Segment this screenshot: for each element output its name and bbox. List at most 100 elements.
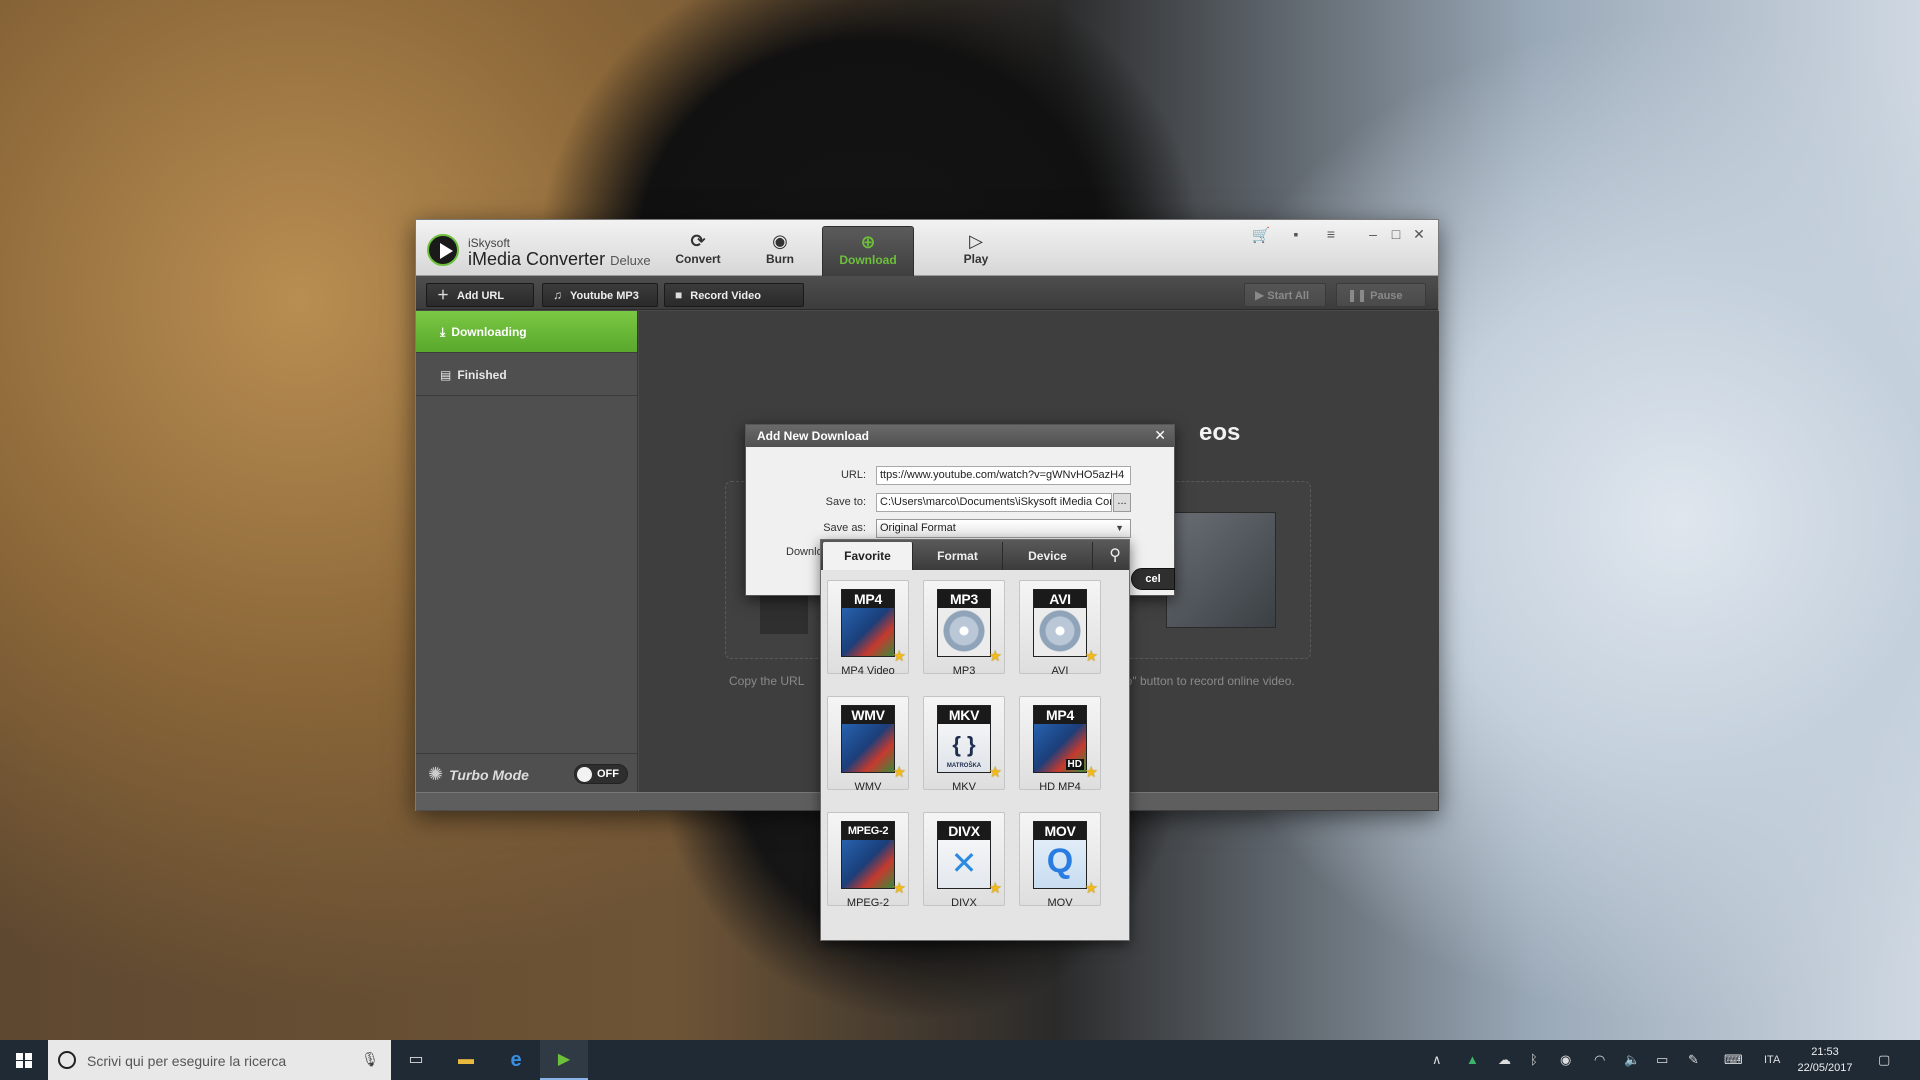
tab-favorite[interactable]: Favorite <box>823 542 913 570</box>
task-view-icon[interactable]: ▭ <box>392 1040 440 1080</box>
favorite-star-icon: ★ <box>1084 764 1098 781</box>
toggle-knob <box>577 767 592 782</box>
tab-device[interactable]: Device <box>1003 542 1093 570</box>
format-label: AVI <box>1051 665 1069 677</box>
keyboard-icon[interactable]: ⌨ <box>1724 1040 1743 1080</box>
dialog-close-icon[interactable]: ✕ <box>1154 427 1166 444</box>
format-hd-mp4[interactable]: MP4 HD ★ HD MP4 <box>1019 696 1101 793</box>
format-label: MPEG-2 <box>846 897 890 909</box>
pen-icon[interactable]: ✎ <box>1688 1040 1699 1080</box>
favorite-star-icon: ★ <box>892 648 906 665</box>
imedia-taskbar-icon[interactable]: ▶ <box>540 1040 588 1080</box>
format-divx[interactable]: DIVX ✕ ★ DIVX <box>923 812 1005 909</box>
taskbar: Scrivi qui per eseguire la ricerca 🎙 ▭ ▬… <box>0 1040 1920 1080</box>
google-drive-icon[interactable]: ▲ <box>1466 1040 1479 1080</box>
pause-all-button[interactable]: ❚❚Pause All <box>1336 283 1426 324</box>
start-all-label: Start All <box>1267 290 1309 302</box>
format-tag: MP4 <box>1034 706 1086 724</box>
divx-icon: DIVX ✕ <box>937 821 991 889</box>
turbo-mode: ✺ Turbo Mode OFF <box>416 753 637 793</box>
start-all-button[interactable]: ▶ Start All <box>1244 283 1326 307</box>
url-input[interactable]: ttps://www.youtube.com/watch?v=gWNvHO5az… <box>876 466 1131 485</box>
save-to-label: Save to: <box>825 496 866 508</box>
format-popup: Favorite Format Device ⚲ MP4 ★ MP4 Video… <box>820 539 1130 941</box>
tab-format[interactable]: Format <box>913 542 1003 570</box>
tab-play[interactable]: ▷ Play <box>930 226 1022 276</box>
sidebar-item-finished[interactable]: ▤ Finished <box>416 354 637 396</box>
wifi-icon[interactable]: ◠ <box>1594 1040 1605 1080</box>
browse-button[interactable]: ... <box>1113 493 1131 512</box>
volume-icon[interactable]: 🔈 <box>1624 1040 1640 1080</box>
camera-icon: ■ <box>675 288 683 302</box>
cancel-button[interactable]: cel <box>1131 568 1175 590</box>
cart-icon[interactable]: 🛒 <box>1250 226 1272 244</box>
convert-icon: ⟳ <box>690 231 706 251</box>
format-mp3[interactable]: MP3 ★ MP3 <box>923 580 1005 677</box>
tab-convert-label: Convert <box>675 252 721 266</box>
turbo-icon: ✺ <box>428 764 444 784</box>
format-label: MKV <box>952 781 976 793</box>
format-tag: WMV <box>842 706 894 724</box>
quicktime-icon: MOV Q <box>1033 821 1087 889</box>
record-tray-icon[interactable]: ◉ <box>1560 1040 1571 1080</box>
format-mov[interactable]: MOV Q ★ MOV <box>1019 812 1101 909</box>
download-icon: ⊕ <box>860 232 876 252</box>
brand-name: iMedia Converter <box>468 249 606 269</box>
chevron-down-icon: ▼ <box>1115 523 1124 533</box>
add-url-button[interactable]: ＋ Add URL <box>426 283 534 307</box>
tab-play-label: Play <box>963 252 989 266</box>
hd-badge: HD <box>1065 759 1084 770</box>
burn-icon: ◉ <box>772 231 788 251</box>
format-label: MP3 <box>952 665 976 677</box>
microphone-icon[interactable]: 🎙 <box>361 1051 379 1068</box>
edge-browser-icon[interactable]: e <box>492 1040 540 1080</box>
file-explorer-icon[interactable]: ▬ <box>442 1040 490 1080</box>
tab-download[interactable]: ⊕ Download <box>822 226 914 276</box>
hero-title: eos <box>1199 419 1241 446</box>
youtube-mp3-button[interactable]: ♫ Youtube MP3 <box>542 283 658 307</box>
cortana-icon <box>58 1051 76 1069</box>
tab-burn[interactable]: ◉ Burn <box>734 226 826 276</box>
quicktime-q-mark: Q <box>1046 842 1074 880</box>
turbo-toggle[interactable]: OFF <box>574 764 628 784</box>
bluetooth-icon[interactable]: ᛒ <box>1530 1040 1538 1080</box>
clock-date: 22/05/2017 <box>1797 1062 1853 1074</box>
format-mpeg-2[interactable]: MPEG-2 ★ MPEG-2 <box>827 812 909 909</box>
mp3-disc-icon: MP3 <box>937 589 991 657</box>
record-video-label: Record Video <box>690 290 761 302</box>
music-note-icon: ♫ <box>553 288 562 302</box>
start-button[interactable] <box>0 1040 48 1080</box>
format-mp4-video[interactable]: MP4 ★ MP4 Video <box>827 580 909 677</box>
taskbar-search[interactable]: Scrivi qui per eseguire la ricerca 🎙 <box>48 1040 391 1080</box>
record-video-button[interactable]: ■ Record Video <box>664 283 804 307</box>
tab-download-label: Download <box>839 253 897 267</box>
format-avi[interactable]: AVI ★ AVI <box>1019 580 1101 677</box>
hint-left: Copy the URL <box>729 674 805 688</box>
sidebar-item-downloading[interactable]: ⤓ Downloading <box>416 311 637 353</box>
search-icon[interactable]: ⚲ <box>1109 545 1121 565</box>
app-logo-icon <box>427 234 459 266</box>
favorite-star-icon: ★ <box>892 764 906 781</box>
format-wmv[interactable]: WMV ★ WMV <box>827 696 909 793</box>
clock[interactable]: 21:53 22/05/2017 <box>1795 1044 1855 1076</box>
save-to-input[interactable]: C:\Users\marco\Documents\iSkysoft iMedia… <box>876 493 1112 512</box>
tray-chevron-icon[interactable]: ∧ <box>1432 1040 1442 1080</box>
notification-icon[interactable]: ▢ <box>1878 1040 1890 1080</box>
save-as-select[interactable]: Original Format ▼ <box>876 519 1131 538</box>
finished-list-icon: ▤ <box>440 368 452 382</box>
favorite-star-icon: ★ <box>988 764 1002 781</box>
clock-time: 21:53 <box>1811 1046 1839 1058</box>
close-icon[interactable]: ✕ <box>1408 226 1430 243</box>
tab-convert[interactable]: ⟳ Convert <box>652 226 744 276</box>
sidebar: ⤓ Downloading ▤ Finished ✺ Turbo Mode OFF <box>416 311 638 811</box>
battery-icon[interactable]: ▭ <box>1656 1040 1668 1080</box>
maximize-icon[interactable]: □ <box>1385 226 1407 242</box>
language-indicator[interactable]: ITA <box>1764 1040 1780 1080</box>
format-mkv[interactable]: MKV { } MATROŠKA ★ MKV <box>923 696 1005 793</box>
onedrive-icon[interactable]: ☁ <box>1498 1040 1511 1080</box>
format-tag: DIVX <box>938 822 990 840</box>
favorite-star-icon: ★ <box>1084 880 1098 897</box>
feedback-icon[interactable]: ▪ <box>1285 226 1307 242</box>
menu-icon[interactable]: ≡ <box>1320 226 1342 242</box>
minimize-icon[interactable]: – <box>1362 226 1384 242</box>
